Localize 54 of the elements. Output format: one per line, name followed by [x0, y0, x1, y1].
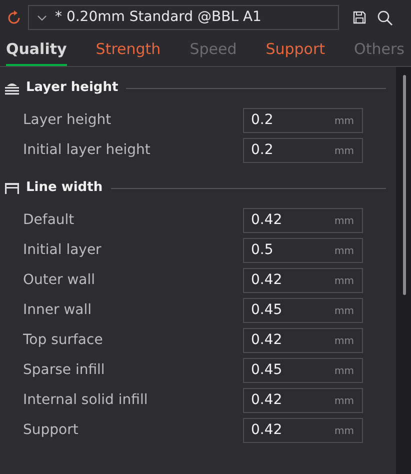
field-value: 0.2	[251, 110, 274, 130]
preset-dropdown[interactable]: * 0.20mm Standard @BBL A1	[28, 5, 339, 30]
field-value: 0.42	[251, 330, 282, 350]
field-value: 0.2	[251, 140, 274, 160]
unit-label: mm	[334, 305, 354, 319]
unit-label: mm	[334, 335, 354, 349]
setting-label: Support	[23, 420, 80, 440]
field-value: 0.42	[251, 390, 282, 410]
field-value: 0.45	[251, 300, 282, 320]
tab[interactable]: Strength	[96, 38, 161, 66]
setting-label: Default	[23, 210, 76, 230]
value-field[interactable]: 0.42 mm	[243, 418, 363, 442]
field-value: 0.42	[251, 210, 282, 230]
tab[interactable]: Quality	[6, 38, 67, 66]
value-field[interactable]: 0.2 mm	[243, 138, 363, 162]
tab[interactable]: Support	[266, 38, 326, 66]
value-field[interactable]: 0.42 mm	[243, 388, 363, 412]
field-value: 0.45	[251, 360, 282, 380]
value-field[interactable]: 0.42 mm	[243, 328, 363, 352]
chevron-down-icon	[37, 14, 47, 20]
value-field[interactable]: 0.5 mm	[243, 238, 363, 262]
value-field[interactable]: 0.42 mm	[243, 208, 363, 232]
unit-label: mm	[334, 145, 354, 159]
line-width-icon	[4, 182, 20, 194]
setting-label: Internal solid infill	[23, 390, 149, 410]
field-value: 0.5	[251, 240, 274, 260]
unit-label: mm	[334, 115, 354, 129]
field-value: 0.42	[251, 420, 282, 440]
setting-label: Initial layer height	[23, 140, 152, 160]
setting-label: Inner wall	[23, 300, 93, 320]
setting-label: Outer wall	[23, 270, 96, 290]
unit-label: mm	[334, 425, 354, 439]
value-field[interactable]: 0.45 mm	[243, 298, 363, 322]
layers-icon	[4, 82, 20, 94]
unit-label: mm	[334, 395, 354, 409]
reset-icon[interactable]	[6, 10, 22, 26]
scrollbar-thumb[interactable]	[402, 75, 406, 295]
setting-label: Top surface	[23, 330, 104, 350]
section-title: Line width	[26, 179, 103, 198]
setting-label: Sparse infill	[23, 360, 106, 380]
value-field[interactable]: 0.45 mm	[243, 358, 363, 382]
save-icon[interactable]	[353, 11, 366, 24]
preset-name: * 0.20mm Standard @BBL A1	[55, 8, 262, 27]
unit-label: mm	[334, 245, 354, 259]
search-icon[interactable]	[377, 10, 393, 26]
unit-label: mm	[334, 365, 354, 379]
unit-label: mm	[334, 275, 354, 289]
unit-label: mm	[334, 215, 354, 229]
section-title: Layer height	[26, 79, 118, 98]
setting-label: Initial layer	[23, 240, 102, 260]
setting-label: Layer height	[23, 110, 112, 130]
field-value: 0.42	[251, 270, 282, 290]
value-field[interactable]: 0.42 mm	[243, 268, 363, 292]
value-field[interactable]: 0.2 mm	[243, 108, 363, 132]
